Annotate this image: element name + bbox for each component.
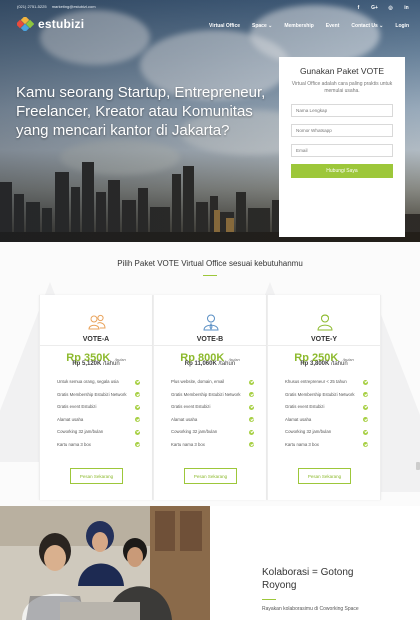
collab-divider xyxy=(262,599,276,600)
yearly-period: /tahun xyxy=(218,361,236,367)
feature-item: Gratis event Estubizi xyxy=(285,404,368,410)
email-text[interactable]: marketing@estubizi.com xyxy=(52,4,96,9)
check-icon xyxy=(249,379,254,385)
feature-item: Coworking 32 jam/bulan xyxy=(171,429,254,435)
contact-submit-button[interactable]: Hubungi Saya xyxy=(291,164,393,178)
social-links: f G+ ◎ in xyxy=(355,5,410,11)
feature-item: Kartu nama 3 box xyxy=(57,442,140,448)
hero-section: (021) 2751-5225 marketing@estubizi.com f… xyxy=(0,0,420,242)
plan-yearly-price: Rp 3,800K xyxy=(300,361,330,367)
nav-space[interactable]: Space ⌄ xyxy=(252,23,272,29)
feature-item: Gratis Membership Estubizi Network xyxy=(171,392,254,398)
plan-card-vote-b: VOTE-B Rp 800K /bulan Rp 11,060K /tahun … xyxy=(153,295,267,500)
plan-card-vote-y: VOTE-Y Rp 250K /bulan Rp 3,800K /tahun K… xyxy=(267,295,381,500)
plan-card-vote-a: VOTE-A Rp 350K /bulan Rp 5,120K /tahun U… xyxy=(39,295,153,500)
title-divider xyxy=(203,275,217,276)
form-title: Gunakan Paket VOTE xyxy=(299,66,385,76)
check-icon xyxy=(249,404,254,410)
check-icon xyxy=(363,379,368,385)
order-button-vote-y[interactable]: Pesan Sekarang xyxy=(298,468,351,484)
feature-item: Kartu nama 3 box xyxy=(171,442,254,448)
check-icon xyxy=(249,392,254,397)
logo-mark-icon xyxy=(17,17,34,31)
plan-name: VOTE-Y xyxy=(310,336,338,343)
plan-name: VOTE-B xyxy=(196,336,224,343)
instagram-icon[interactable]: ◎ xyxy=(387,5,394,11)
nav-virtual-office[interactable]: Virtual Office xyxy=(209,23,240,29)
main-nav: Virtual Office Space ⌄ Membership Event … xyxy=(209,23,409,29)
collab-section: Kolaborasi = Gotong Royong Rayakan kolab… xyxy=(0,506,420,620)
feature-item: Gratis Membership Estubizi Network xyxy=(57,392,140,398)
facebook-icon[interactable]: f xyxy=(355,5,362,11)
feature-item: Coworking 32 jam/bulan xyxy=(57,429,140,435)
nav-membership[interactable]: Membership xyxy=(284,23,313,29)
feature-item: Alamat usaha xyxy=(285,417,368,423)
name-input[interactable] xyxy=(291,104,393,117)
yearly-period: /tahun xyxy=(103,361,120,367)
pricing-section: Pilih Paket VOTE Virtual Office sesuai k… xyxy=(0,242,420,506)
feature-item: Gratis Membership Estubizi Network xyxy=(285,392,368,398)
collab-title: Kolaborasi = Gotong Royong xyxy=(262,567,354,591)
users-icon xyxy=(88,314,106,330)
scrollbar-thumb[interactable] xyxy=(416,462,420,470)
check-icon xyxy=(135,404,140,410)
feature-item: Alamat usaha xyxy=(57,417,140,423)
feature-list: Untuk semua orang, segala usia Gratis Me… xyxy=(57,379,140,454)
check-icon xyxy=(363,429,368,435)
check-icon xyxy=(135,442,140,447)
check-icon xyxy=(249,429,254,435)
check-icon xyxy=(135,379,140,385)
yearly-period: /tahun xyxy=(331,361,348,367)
linkedin-icon[interactable]: in xyxy=(403,5,410,11)
pricing-title: Pilih Paket VOTE Virtual Office sesuai k… xyxy=(117,259,303,268)
check-icon xyxy=(363,442,368,447)
user-icon xyxy=(203,314,219,331)
feature-item: Khusus entrepreneur < 25 tahun xyxy=(285,379,368,385)
topbar: (021) 2751-5225 marketing@estubizi.com xyxy=(17,4,100,9)
young-user-icon xyxy=(317,314,333,331)
brand-logo[interactable]: estubizi xyxy=(17,17,84,31)
check-icon xyxy=(363,417,368,422)
plan-yearly-price: Rp 11,060K xyxy=(184,361,217,367)
check-icon xyxy=(363,392,368,397)
feature-list: Plus website, domain, email Gratis Membe… xyxy=(171,379,254,454)
phone-text[interactable]: (021) 2751-5225 xyxy=(17,4,47,9)
form-subtitle: Virtual Office adalah cara paling prakti… xyxy=(291,81,393,94)
feature-item: Kartu nama 3 box xyxy=(285,442,368,448)
collab-text: Rayakan kolaborasimu di Coworking Space xyxy=(262,606,359,612)
google-plus-icon[interactable]: G+ xyxy=(371,5,378,11)
plan-name: VOTE-A xyxy=(82,336,110,343)
whatsapp-input[interactable] xyxy=(291,124,393,137)
coworking-photo xyxy=(0,506,210,620)
nav-event[interactable]: Event xyxy=(326,23,340,29)
check-icon xyxy=(135,392,140,397)
plan-yearly-price: Rp 5,120K xyxy=(72,361,102,367)
contact-form: Gunakan Paket VOTE Virtual Office adalah… xyxy=(279,57,405,237)
check-icon xyxy=(249,442,254,447)
brand-name: estubizi xyxy=(38,17,85,31)
nav-contact-us[interactable]: Contact Us ⌄ xyxy=(351,23,383,29)
feature-item: Gratis event Estubizi xyxy=(57,404,140,410)
feature-item: Gratis event Estubizi xyxy=(171,404,254,410)
hero-headline: Kamu seorang Startup, Entrepreneur, Free… xyxy=(16,84,266,139)
check-icon xyxy=(135,417,140,422)
feature-item: Untuk semua orang, segala usia xyxy=(57,379,140,385)
check-icon xyxy=(363,404,368,410)
check-icon xyxy=(249,417,254,422)
feature-item: Alamat usaha xyxy=(171,417,254,423)
feature-list: Khusus entrepreneur < 25 tahun Gratis Me… xyxy=(285,379,368,454)
nav-login[interactable]: Login xyxy=(395,23,409,29)
feature-item: Coworking 32 jam/bulan xyxy=(285,429,368,435)
check-icon xyxy=(135,429,140,435)
order-button-vote-b[interactable]: Pesan Sekarang xyxy=(184,468,237,484)
email-input[interactable] xyxy=(291,144,393,157)
feature-item: Plus website, domain, email xyxy=(171,379,254,385)
plan-list: VOTE-A Rp 350K /bulan Rp 5,120K /tahun U… xyxy=(39,295,381,500)
order-button-vote-a[interactable]: Pesan Sekarang xyxy=(70,468,123,484)
